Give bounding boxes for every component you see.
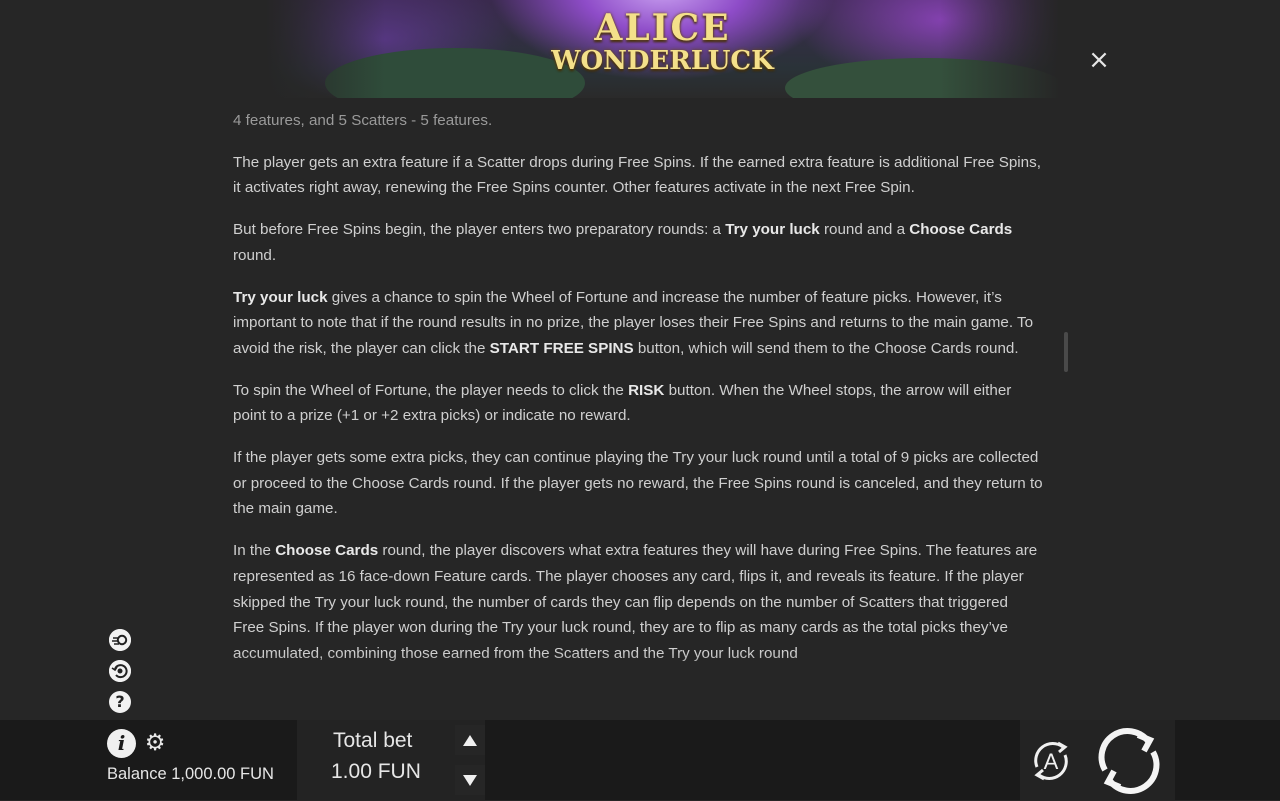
scrollbar[interactable]	[1064, 332, 1068, 372]
game-banner: ALICE WONDERLUCK	[265, 0, 1060, 98]
rules-paragraph: The player gets an extra feature if a Sc…	[233, 150, 1043, 201]
close-icon[interactable]: ×	[1086, 47, 1112, 73]
bet-decrease-button[interactable]	[455, 765, 485, 795]
help-icon[interactable]: ?	[109, 691, 131, 713]
bold-term: Choose Cards	[275, 542, 379, 560]
paragraph-text: If the player gets some extra picks, the…	[233, 449, 1043, 518]
rules-paragraph: In the Choose Cards round, the player di…	[233, 538, 1043, 667]
paragraph-text: round, the player discovers what extra f…	[233, 542, 1038, 662]
paragraph-text: The player gets an extra feature if a Sc…	[233, 153, 1041, 197]
info-icon[interactable]: i	[107, 729, 136, 758]
balance-value: 1,000.00 FUN	[171, 765, 274, 783]
total-bet-value: 1.00 FUN	[331, 760, 421, 783]
autoplay-letter: A	[1044, 749, 1059, 774]
rules-paragraph: 4 features, and 5 Scatters - 5 features.	[233, 108, 1043, 134]
game-logo: ALICE WONDERLUCK	[551, 7, 774, 76]
rules-text: 4 features, and 5 Scatters - 5 features.…	[233, 108, 1043, 693]
gear-icon[interactable]: ⚙	[143, 731, 167, 755]
bold-term: Try your luck	[725, 221, 820, 239]
autoplay-history-icon[interactable]	[109, 660, 131, 682]
paragraph-text: 4 features, and 5 Scatters - 5 features.	[233, 112, 493, 129]
paragraph-text: round.	[233, 246, 277, 264]
paragraph-text: To spin the Wheel of Fortune, the player…	[233, 381, 629, 399]
paragraph-text: In the	[233, 542, 276, 560]
bold-term: Choose Cards	[909, 221, 1013, 239]
bold-term: Try your luck	[233, 288, 328, 306]
balance-label: Balance	[107, 765, 167, 783]
rules-paragraph: Try your luck gives a chance to spin the…	[233, 285, 1043, 362]
turbo-icon[interactable]	[109, 629, 131, 651]
balance: Balance 1,000.00 FUN	[107, 765, 274, 784]
rules-paragraph: If the player gets some extra picks, the…	[233, 445, 1043, 522]
total-bet-label: Total bet	[333, 729, 413, 752]
bet-increase-button[interactable]	[455, 725, 485, 755]
paragraph-text: But before Free Spins begin, the player …	[233, 221, 726, 239]
paragraph-text: round and a	[819, 221, 910, 239]
spin-button[interactable]	[1094, 726, 1164, 796]
rules-paragraph: But before Free Spins begin, the player …	[233, 217, 1043, 268]
autoplay-button[interactable]: A	[1027, 737, 1075, 785]
rules-paragraph: To spin the Wheel of Fortune, the player…	[233, 378, 1043, 429]
bold-term: START FREE SPINS	[489, 339, 634, 357]
bold-term: RISK	[628, 381, 665, 399]
paragraph-text: button, which will send them to the Choo…	[633, 339, 1019, 357]
